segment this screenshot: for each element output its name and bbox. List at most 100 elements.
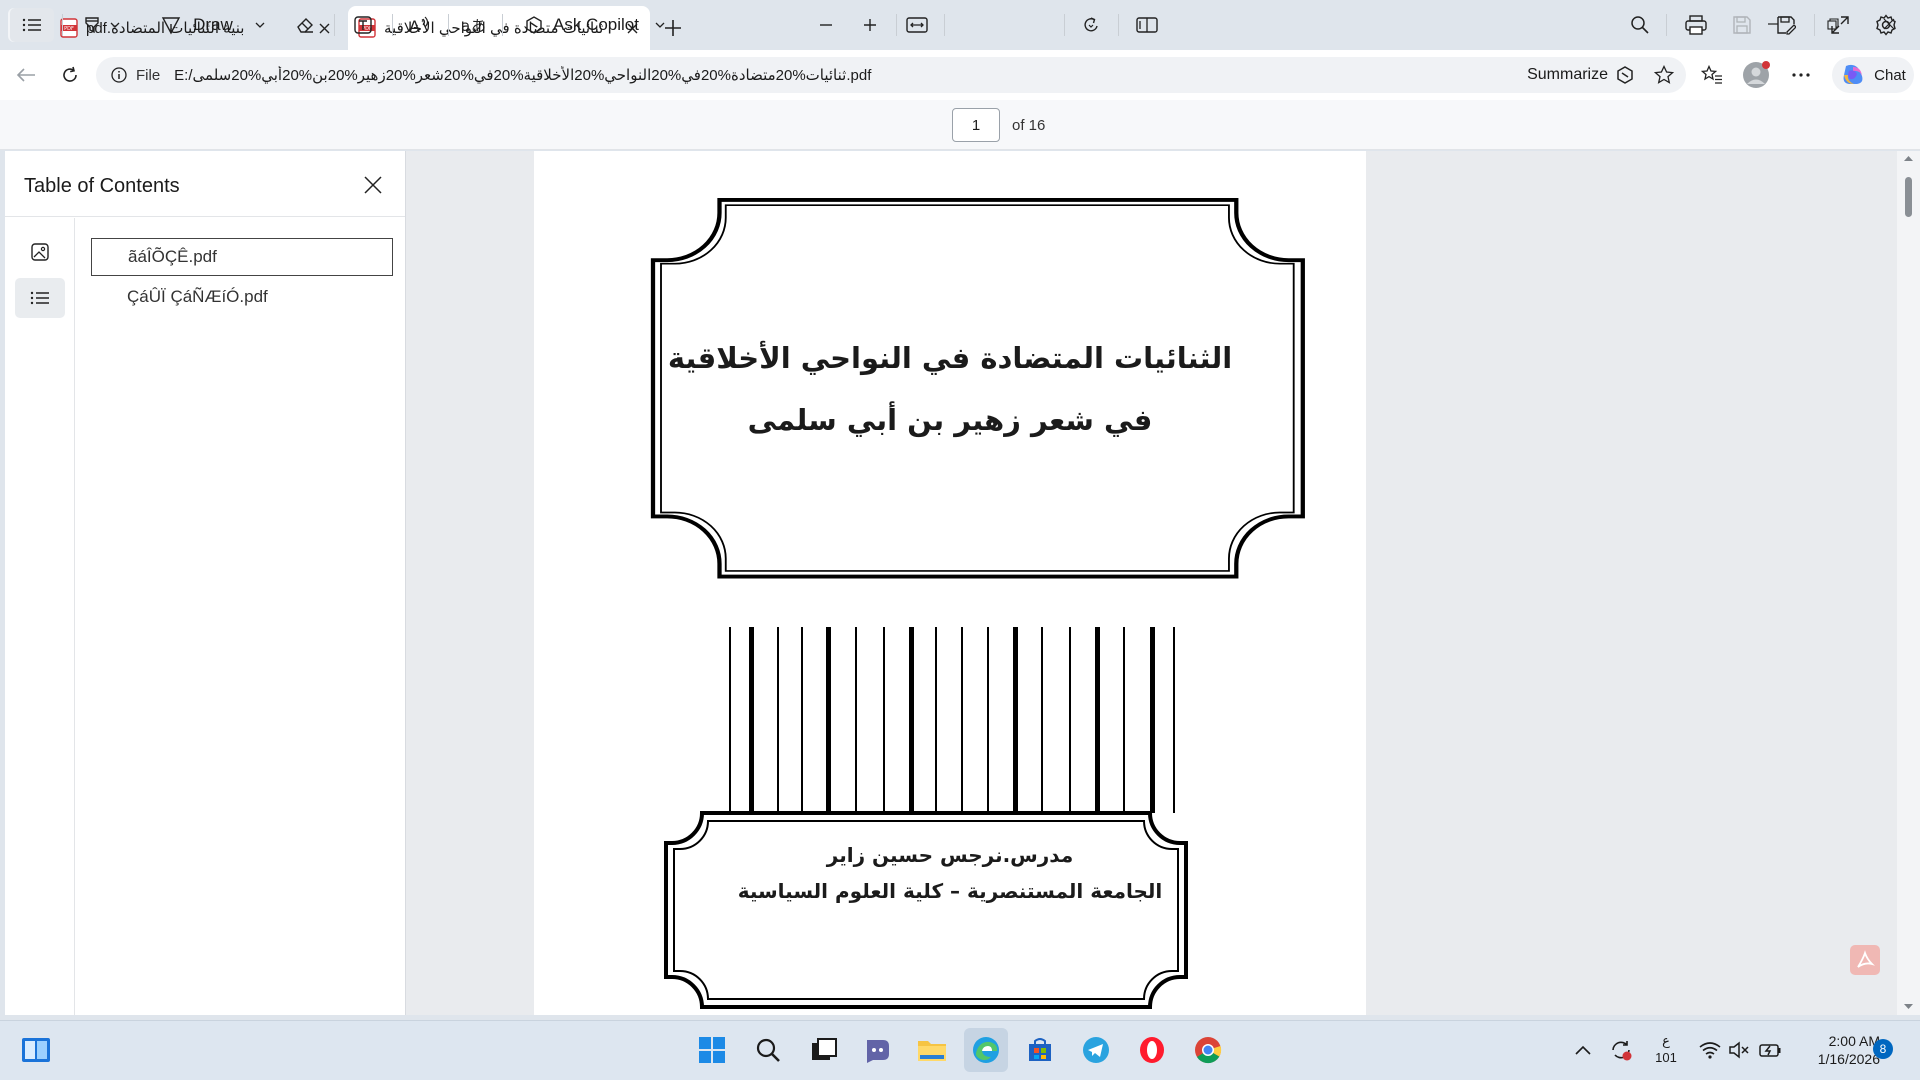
page-view-button[interactable] [1128,8,1166,42]
chevron-down-icon [255,22,265,28]
chevron-down-icon [110,22,120,28]
zoom-out-button[interactable] [808,8,844,42]
scroll-thumb [1905,177,1912,217]
chat-label: Chat [1874,66,1906,84]
telegram-button[interactable] [1074,1028,1118,1072]
panel-header: Table of Contents [5,151,405,217]
wifi-tray-icon[interactable] [1694,1028,1726,1072]
folder-icon [918,1041,946,1061]
read-aloud-icon: A [409,16,429,35]
edge-browser-button[interactable] [964,1028,1008,1072]
acrobat-badge-icon[interactable] [1850,945,1880,975]
favorites-button[interactable] [1694,58,1730,92]
document-affiliation: الجامعة المستنصرية – كلية العلوم السياسي… [737,879,1163,903]
contents-tab[interactable] [15,278,65,318]
eraser-icon [297,18,313,33]
translate-button[interactable]: aあ [454,8,492,42]
draw-button[interactable]: Draw [155,8,271,42]
battery-tray-icon[interactable] [1754,1028,1786,1072]
more-menu-button[interactable] [1783,58,1819,92]
info-icon[interactable] [106,67,132,83]
copilot-logo-icon [1843,64,1863,84]
clock[interactable]: 2:00 AM 1/16/2026 [1796,1020,1880,1080]
zoom-in-button[interactable] [852,8,888,42]
toolbar-divider [448,14,449,36]
favorite-star-icon[interactable] [1654,65,1674,85]
input-language-indicator[interactable]: ع 101 [1650,1020,1682,1080]
profile-button[interactable] [1738,58,1774,92]
full-screen-button[interactable] [1822,8,1858,42]
thumbnails-tab[interactable] [15,232,65,272]
notification-badge[interactable]: 8 [1873,1039,1893,1059]
table-of-contents-button[interactable] [10,8,54,42]
widgets-button[interactable] [14,1028,58,1072]
opera-button[interactable] [1130,1028,1174,1072]
erase-button[interactable] [286,8,324,42]
fit-to-width-button[interactable] [898,8,936,42]
search-icon [1631,16,1649,34]
svg-text:あ: あ [471,17,485,35]
image-icon [31,243,49,261]
address-bar[interactable]: File E:/ثنائيات%20متضادة%20في%20النواحي%… [96,57,1686,93]
copilot-chat-button[interactable]: Chat [1832,57,1914,93]
file-explorer-button[interactable] [910,1028,954,1072]
volume-tray-icon[interactable] [1724,1028,1754,1072]
expand-icon [1831,16,1849,34]
widgets-icon [22,1038,50,1062]
teams-meet-button[interactable] [856,1028,900,1072]
refresh-button[interactable] [52,58,88,92]
task-view-button[interactable] [802,1028,846,1072]
document-author: مدرس.نرجس حسين زاير [826,843,1074,867]
save-as-button[interactable] [1768,8,1804,42]
toolbar-divider [944,14,945,36]
summarize-button[interactable]: Summarize [1527,57,1636,93]
settings-button[interactable] [1868,8,1904,42]
toolbar-divider [1118,14,1119,36]
toolbar-divider [896,14,897,36]
page-view-icon [1136,17,1158,33]
vertical-scrollbar[interactable] [1897,151,1920,1015]
toolbar-divider [62,14,63,36]
page-number-value: 1 [971,116,981,134]
taskbar-search-button[interactable] [746,1028,790,1072]
start-button[interactable] [690,1028,734,1072]
back-button[interactable] [8,58,44,92]
windows-logo-icon [699,1037,725,1063]
chrome-button[interactable] [1186,1028,1230,1072]
avatar-icon [1743,61,1770,88]
print-button[interactable] [1678,8,1714,42]
rotate-button[interactable] [1072,8,1110,42]
show-hidden-icons-button[interactable] [1568,1028,1598,1072]
highlight-button[interactable] [72,8,130,42]
chrome-icon [1195,1037,1222,1064]
read-aloud-button[interactable]: A [400,8,438,42]
document-title-line1: الثنائيات المتضادة في النواحي الأخلاقية [667,341,1233,375]
pdf-page: الثنائيات المتضادة في النواحي الأخلاقية … [534,151,1366,1015]
navigation-bar: File E:/ثنائيات%20متضادة%20في%20النواحي%… [0,50,1920,100]
toolbar-divider [502,14,503,36]
sync-icon [1612,1041,1632,1061]
find-button[interactable] [1622,8,1658,42]
store-icon [1029,1038,1051,1061]
favorites-icon [1701,65,1722,84]
ask-copilot-button[interactable]: Ask Copilot [516,8,672,42]
save-button[interactable] [1724,8,1760,42]
toolbar-divider [1814,14,1815,36]
toc-item[interactable]: ãáÎÕÇÊ.pdf [91,238,393,276]
close-panel-icon[interactable] [359,171,387,199]
toc-item[interactable]: ÇáÛÏ ÇáÑÆíÓ.pdf [91,278,393,316]
clock-date: 1/16/2026 [1817,1051,1880,1067]
toolbar-divider [392,14,393,36]
toc-item-label: ãáÎÕÇÊ.pdf [128,247,217,266]
microsoft-store-button[interactable] [1018,1028,1062,1072]
sync-tray-button[interactable] [1604,1028,1638,1072]
add-text-button[interactable] [344,8,382,42]
chevron-down-icon [655,22,665,28]
minus-icon [820,24,832,26]
back-arrow-icon [16,68,35,82]
url-text[interactable]: E:/ثنائيات%20متضادة%20في%20النواحي%20الأ… [174,66,1214,84]
page-number-input[interactable]: 1 [952,108,1000,142]
table-of-contents-panel: Table of Contents ãáÎÕÇÊ.pdf ÇáÛÏ ÇáÑÆíÓ… [5,151,406,1015]
refresh-icon [63,66,77,82]
chevron-up-icon [1575,1045,1591,1055]
